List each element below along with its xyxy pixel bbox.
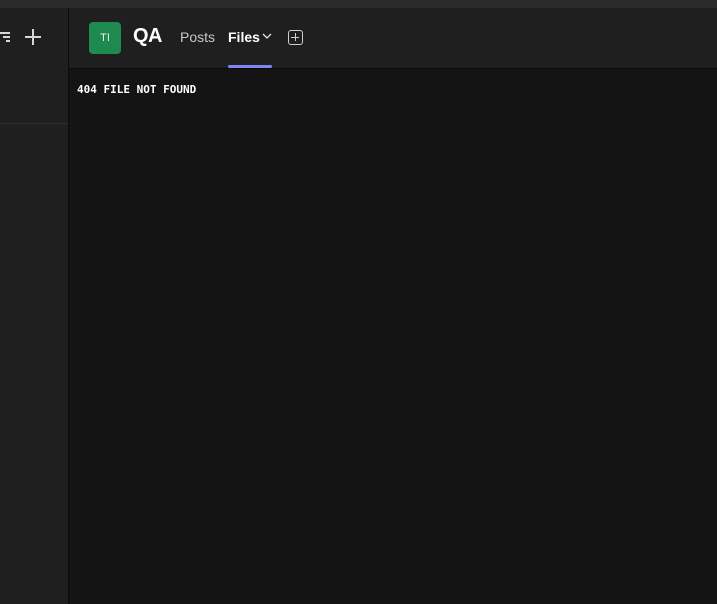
channel-header: TI QA Posts Files: [69, 8, 717, 69]
left-pane-header: [0, 8, 68, 69]
team-avatar[interactable]: TI: [89, 22, 121, 54]
left-pane: [0, 8, 68, 604]
chevron-down-icon[interactable]: [262, 32, 272, 40]
window-top-strip: [0, 0, 717, 8]
tab-files[interactable]: Files: [228, 29, 260, 45]
error-message: 404 FILE NOT FOUND: [77, 83, 197, 96]
files-content: 404 FILE NOT FOUND: [69, 69, 717, 604]
add-tab-icon[interactable]: [288, 30, 303, 45]
team-name: QA: [133, 25, 163, 47]
tab-posts[interactable]: Posts: [180, 29, 215, 45]
plus-icon[interactable]: [24, 28, 42, 46]
left-pane-subheader: [0, 69, 68, 124]
active-tab-indicator: [228, 65, 272, 68]
main-pane: TI QA Posts Files 404 FILE NOT FOUND: [69, 8, 717, 604]
filter-icon[interactable]: [0, 30, 10, 44]
